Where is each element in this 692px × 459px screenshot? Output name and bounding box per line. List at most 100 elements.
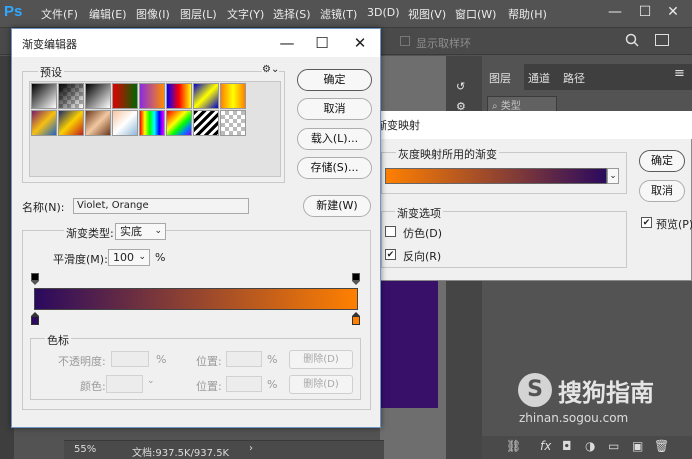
preset-swatch[interactable] [139, 83, 165, 109]
ge-close-icon[interactable]: ✕ [338, 29, 382, 57]
chevron-down-icon: ⌄ [138, 252, 146, 262]
preset-swatch[interactable] [85, 83, 111, 109]
name-label: 名称(N): [22, 201, 65, 214]
preset-swatch[interactable] [193, 83, 219, 109]
opacity-location-label: 位置: [196, 355, 222, 368]
preset-swatch[interactable] [58, 83, 84, 109]
tab-channels[interactable]: 通道 [528, 70, 550, 90]
preset-swatch[interactable] [112, 83, 138, 109]
ge-ok-button[interactable]: 确定 [297, 69, 372, 91]
workspace-icon[interactable] [655, 34, 669, 46]
gradient-bar[interactable] [34, 288, 358, 310]
adjustment-layer-icon[interactable]: ◑ [585, 439, 595, 453]
chevron-down-icon[interactable]: ⌄ [607, 168, 619, 184]
sogou-logo: S [518, 373, 552, 407]
preset-swatch[interactable] [58, 110, 84, 136]
stops-group-label: 色标 [45, 332, 71, 348]
smoothness-label: 平滑度(M): [53, 253, 108, 266]
reverse-checkbox[interactable]: ✔ [385, 249, 396, 260]
menu-file[interactable]: 文件(F) [41, 6, 78, 22]
fx-icon[interactable]: fx [540, 439, 551, 453]
menu-filter[interactable]: 滤镜(T) [320, 6, 357, 22]
folder-icon[interactable]: ▭ [608, 439, 619, 453]
menu-view[interactable]: 视图(V) [408, 6, 446, 22]
gradient-map-title: 渐变映射 [376, 119, 420, 132]
color-swatch[interactable] [106, 375, 143, 393]
preset-swatch[interactable] [85, 110, 111, 136]
gradient-editor-title: 渐变编辑器 [22, 38, 77, 51]
gradient-map-preview[interactable] [385, 168, 607, 184]
preview-checkbox[interactable]: ✔ [641, 217, 652, 228]
opacity-percent: % [156, 353, 167, 366]
trash-icon[interactable]: 🗑 [654, 439, 669, 453]
preset-swatch[interactable] [166, 110, 192, 136]
new-layer-icon[interactable]: ▣ [632, 439, 643, 453]
menu-select[interactable]: 选择(S) [273, 6, 311, 22]
gradient-type-dropdown[interactable]: 实底 ⌄ [115, 223, 166, 240]
dither-checkbox[interactable] [385, 226, 396, 237]
opacity-delete-button[interactable]: 删除(D) [289, 350, 353, 369]
color-label: 颜色: [80, 380, 106, 393]
close-app-icon[interactable]: ✕ [662, 2, 684, 22]
gradient-type-value: 实底 [120, 225, 142, 238]
presets-gear-icon[interactable]: ⚙⌄ [262, 64, 280, 75]
search-icon[interactable] [625, 33, 639, 47]
dither-label: 仿色(D) [403, 227, 443, 240]
preview-label: 预览(P) [656, 218, 692, 231]
tab-paths[interactable]: 路径 [563, 70, 585, 90]
color-stop-right[interactable] [352, 312, 360, 325]
chevron-right-icon[interactable]: › [249, 443, 253, 454]
gradient-name-field[interactable]: Violet, Orange [73, 198, 249, 214]
ge-load-button[interactable]: 载入(L)... [297, 128, 372, 150]
ge-save-button[interactable]: 存储(S)... [297, 157, 372, 179]
gradient-map-group-label: 灰度映射所用的渐变 [396, 146, 499, 162]
minimize-icon[interactable]: — [604, 2, 626, 22]
menu-image[interactable]: 图像(I) [136, 6, 170, 22]
preset-swatch[interactable] [220, 110, 246, 136]
preset-swatch[interactable] [139, 110, 165, 136]
preset-swatch[interactable] [166, 83, 192, 109]
tab-layers[interactable]: 图层 [489, 70, 511, 90]
layers-filter-dropdown[interactable]: ⌕ 类型 [487, 96, 557, 112]
gm-ok-button[interactable]: 确定 [639, 150, 685, 172]
photoshop-logo: Ps [4, 3, 23, 20]
color-location-percent: % [267, 378, 278, 391]
sampling-ring-checkbox[interactable] [400, 36, 410, 46]
ge-new-button[interactable]: 新建(W) [303, 195, 371, 217]
preset-swatch[interactable] [220, 83, 246, 109]
menu-3d[interactable]: 3D(D) [367, 6, 400, 19]
panel-menu-icon[interactable]: ≡ [674, 66, 685, 81]
preset-swatch[interactable] [31, 83, 57, 109]
menu-help[interactable]: 帮助(H) [508, 6, 547, 22]
opacity-location-field[interactable] [226, 351, 262, 367]
mask-icon[interactable]: ◘ [562, 439, 572, 453]
menu-window[interactable]: 窗口(W) [455, 6, 496, 22]
opacity-stop-right[interactable] [352, 273, 360, 285]
opacity-field[interactable] [111, 351, 149, 367]
color-stop-left[interactable] [31, 312, 39, 325]
opacity-stop-left[interactable] [31, 273, 39, 285]
presets-grid [29, 81, 281, 177]
watermark-url: zhinan.sogou.com [519, 411, 629, 425]
layers-bottom-toolbar: ⛓ fx ◘ ◑ ▭ ▣ 🗑 [482, 436, 692, 459]
gradient-type-label: 渐变类型: [64, 225, 116, 241]
menu-layer[interactable]: 图层(L) [180, 6, 217, 22]
preset-swatch[interactable] [31, 110, 57, 136]
smoothness-field[interactable]: 100 ⌄ [108, 249, 150, 266]
link-layers-icon[interactable]: ⛓ [506, 439, 521, 453]
ge-cancel-button[interactable]: 取消 [297, 98, 372, 120]
gm-cancel-button[interactable]: 取消 [639, 180, 685, 202]
gradient-options-label: 渐变选项 [395, 205, 443, 221]
zoom-level[interactable]: 55% [74, 444, 96, 455]
watermark-name: 搜狗指南 [558, 379, 654, 407]
preset-swatch[interactable] [112, 110, 138, 136]
menu-edit[interactable]: 编辑(E) [89, 6, 127, 22]
color-delete-button[interactable]: 删除(D) [289, 375, 353, 394]
menu-type[interactable]: 文字(Y) [227, 6, 264, 22]
color-location-field[interactable] [226, 376, 262, 392]
history-icon[interactable]: ↺ [456, 80, 472, 94]
chevron-down-icon: ⌄ [147, 376, 155, 386]
sampling-ring-label: 显示取样环 [416, 37, 471, 50]
maximize-icon[interactable]: ☐ [634, 2, 656, 22]
preset-swatch[interactable] [193, 110, 219, 136]
